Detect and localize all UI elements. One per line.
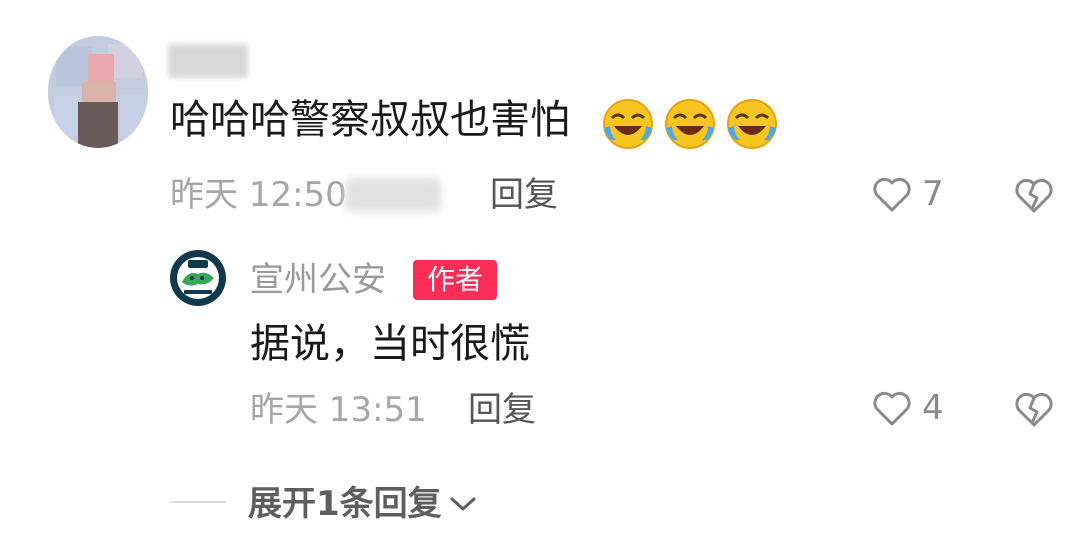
reply-dislike-button[interactable] <box>1014 390 1054 432</box>
comment-like-count: 7 <box>922 174 944 214</box>
reply-time: 昨天 13:51 <box>250 390 427 430</box>
comment-text: 哈哈哈警察叔叔也害怕 <box>170 97 570 143</box>
heart-outline-icon <box>873 177 911 212</box>
commenter-avatar[interactable] <box>48 36 148 148</box>
author-avatar[interactable] <box>170 250 226 306</box>
comment-dislike-button[interactable] <box>1014 176 1054 218</box>
laughing-tears-icon <box>603 99 653 149</box>
broken-heart-icon <box>1015 178 1053 213</box>
author-name[interactable]: 宣州公安 <box>250 258 386 302</box>
heart-outline-icon <box>873 391 911 426</box>
expand-replies-button[interactable]: 展开1条回复 <box>248 484 478 524</box>
reply-reply-button[interactable]: 回复 <box>468 388 536 432</box>
police-logo-icon <box>171 251 225 305</box>
laughing-tears-icon <box>665 99 715 149</box>
expand-divider <box>170 501 226 503</box>
chevron-down-icon <box>450 497 476 511</box>
comment-reply-button[interactable]: 回复 <box>490 173 558 217</box>
author-badge: 作者 <box>413 260 498 300</box>
reply-like-button[interactable]: 4 <box>872 388 944 428</box>
username-blurred[interactable] <box>168 44 248 78</box>
emoji-row <box>600 96 780 152</box>
reply-like-count: 4 <box>922 388 944 428</box>
reply-text: 据说，当时很慌 <box>250 321 530 367</box>
expand-replies-label: 展开1条回复 <box>248 484 442 524</box>
broken-heart-icon <box>1015 392 1053 427</box>
comment-like-button[interactable]: 7 <box>872 174 944 214</box>
comment-time: 昨天 12:50 <box>170 175 347 215</box>
laughing-tears-icon <box>727 99 777 149</box>
location-blurred <box>345 178 441 212</box>
